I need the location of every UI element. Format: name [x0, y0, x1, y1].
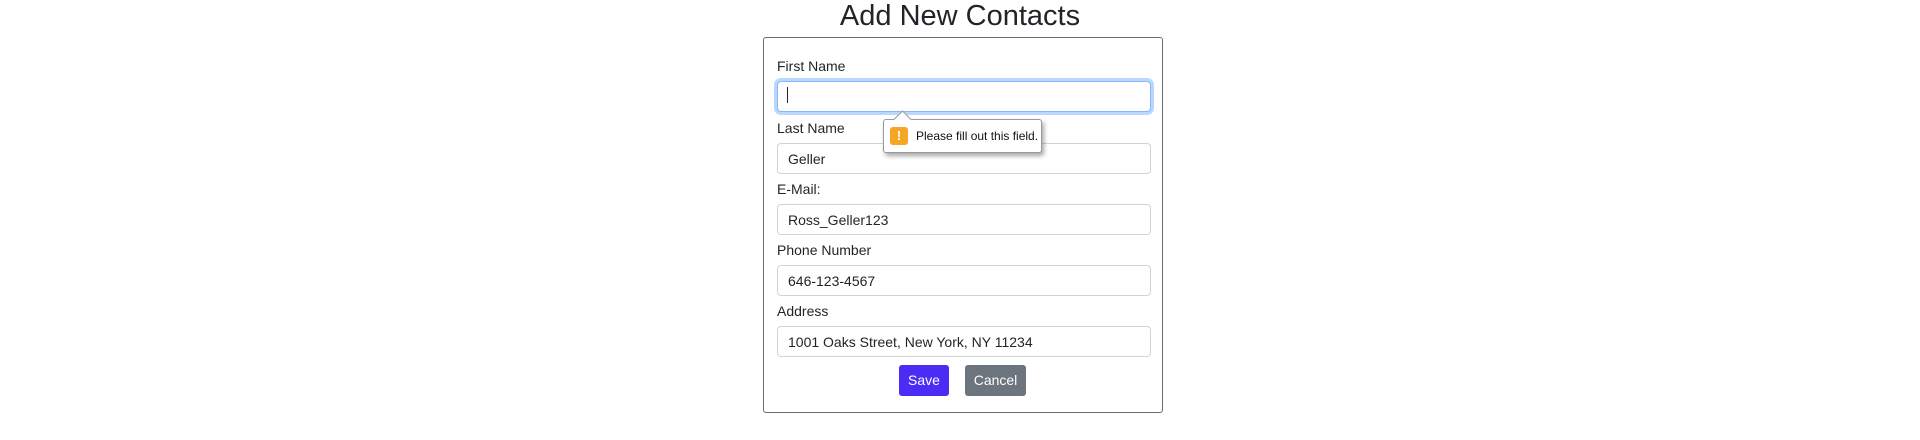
first-name-input[interactable]: [777, 81, 1151, 112]
add-contact-form: First Name Last Name E-Mail: Phone Numbe…: [763, 37, 1163, 413]
text-caret: [787, 87, 788, 103]
address-label: Address: [777, 303, 829, 319]
phone-number-input[interactable]: [777, 265, 1151, 296]
email-label: E-Mail:: [777, 181, 821, 197]
phone-number-label: Phone Number: [777, 242, 872, 258]
email-input[interactable]: [777, 204, 1151, 235]
page: Add New Contacts First Name Last Name E-…: [0, 0, 1920, 440]
validation-tooltip: ! Please fill out this field.: [883, 110, 1042, 153]
first-name-label: First Name: [777, 58, 846, 74]
address-input[interactable]: [777, 326, 1151, 357]
page-title: Add New Contacts: [839, 0, 1081, 32]
validation-message: Please fill out this field.: [916, 129, 1039, 143]
warning-icon: !: [890, 127, 908, 145]
last-name-label: Last Name: [777, 120, 845, 136]
cancel-button[interactable]: Cancel: [965, 365, 1026, 396]
save-button[interactable]: Save: [899, 365, 949, 396]
